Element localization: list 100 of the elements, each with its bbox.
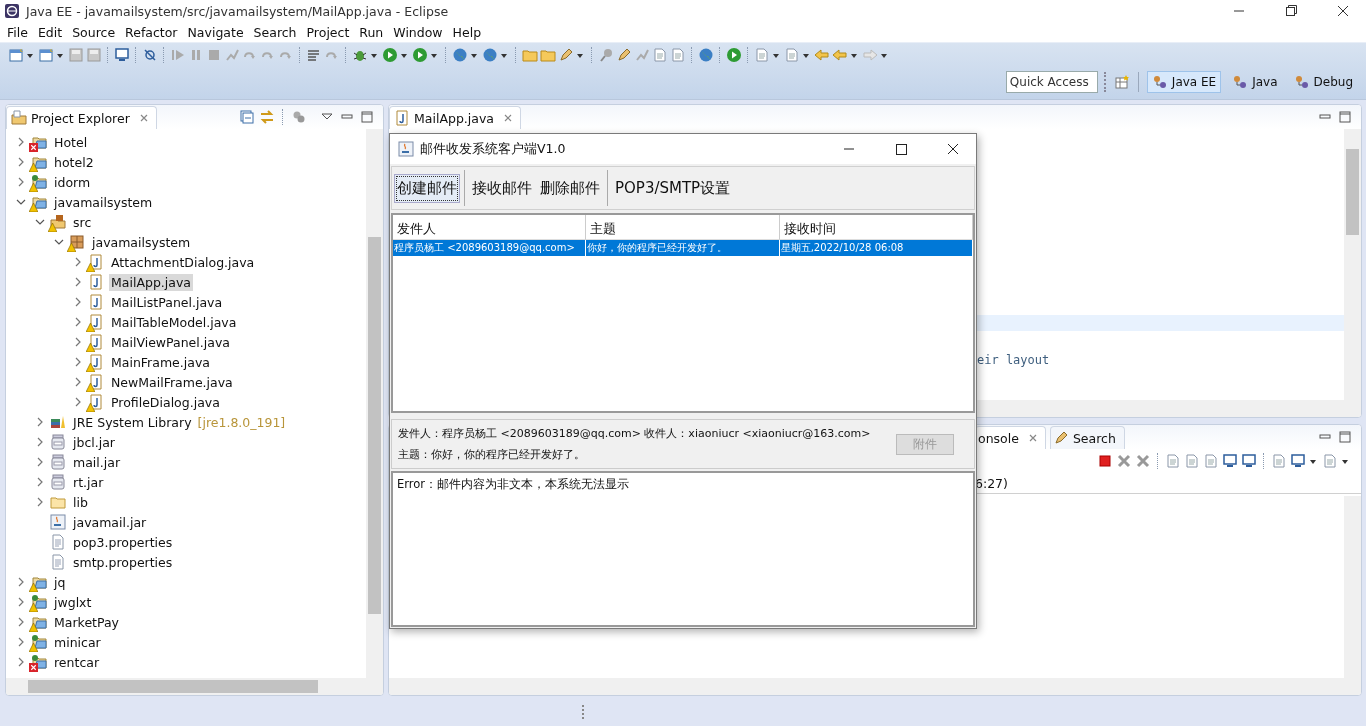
expand-chevron-icon[interactable] [16, 657, 26, 667]
monitor-icon[interactable] [1222, 453, 1238, 469]
editor-tab[interactable]: MailApp.java [389, 106, 521, 129]
view-tab[interactable]: Search [1049, 426, 1125, 449]
tree-item[interactable]: rt.jar [71, 473, 106, 491]
scrollbar[interactable] [366, 129, 383, 678]
tree-item[interactable]: MarketPay [52, 613, 121, 631]
remove-icon[interactable] [1135, 453, 1151, 469]
close-icon[interactable] [1028, 434, 1037, 442]
scrollbar[interactable] [1344, 129, 1361, 400]
list-icon[interactable] [306, 47, 322, 63]
expand-chevron-icon[interactable] [16, 177, 26, 187]
tree-item[interactable]: minicar [52, 633, 103, 651]
tree-item[interactable]: MainFrame.java [109, 353, 212, 371]
scrollbar[interactable] [389, 678, 1361, 695]
collapse-chevron-icon[interactable] [16, 197, 26, 207]
tree-item[interactable]: javamailsystem [90, 233, 193, 251]
save-icon[interactable] [86, 47, 102, 63]
tree-item[interactable]: javamail.jar [71, 513, 149, 531]
tree-item[interactable]: jwglxt [52, 593, 94, 611]
tree-item[interactable]: rentcar [52, 653, 102, 671]
tree-item[interactable]: pop3.properties [71, 533, 175, 551]
tree-item[interactable]: idorm [52, 173, 93, 191]
tree-item[interactable]: src [71, 213, 94, 231]
expand-chevron-icon[interactable] [73, 397, 83, 407]
toolbar-button[interactable]: 删除邮件 [537, 173, 603, 203]
collapse-chevron-icon[interactable] [35, 217, 45, 227]
skip-breakpoints-icon[interactable] [142, 47, 158, 63]
filter-icon[interactable] [291, 109, 307, 125]
menu-item[interactable]: Run [354, 24, 389, 40]
expand-chevron-icon[interactable] [16, 617, 26, 627]
quick-access-field[interactable]: Quick Access [1005, 71, 1098, 93]
menu-item[interactable]: Source [67, 24, 121, 40]
monitor-icon[interactable] [1241, 453, 1257, 469]
close-icon[interactable] [139, 114, 148, 122]
tree-item[interactable]: MailViewPanel.java [109, 333, 232, 351]
run-icon[interactable] [726, 47, 742, 63]
tree-item[interactable]: mail.jar [71, 453, 123, 471]
toolbar-button[interactable]: 创建邮件 [394, 173, 460, 203]
scrollbar[interactable] [6, 678, 383, 695]
menu-item[interactable]: File [2, 24, 33, 40]
document-icon[interactable] [1184, 453, 1200, 469]
expand-chevron-icon[interactable] [73, 317, 83, 327]
close-icon[interactable] [504, 114, 512, 122]
tree-item[interactable]: hotel2 [52, 153, 96, 171]
expand-chevron-icon[interactable] [16, 137, 26, 147]
tree-item[interactable]: smtp.properties [71, 553, 175, 571]
table-row[interactable]: 程序员杨工 <2089603189@qq.com> 你好，你的程序已经开发好了。 星期五,2022/10/28 06:08 [393, 240, 973, 256]
menu-item[interactable]: Project [301, 24, 355, 40]
tree-item[interactable]: MailListPanel.java [109, 293, 225, 311]
expand-chevron-icon[interactable] [35, 497, 45, 507]
scrollbar[interactable] [1344, 496, 1361, 678]
expand-chevron-icon[interactable] [73, 377, 83, 387]
document-icon[interactable] [1165, 453, 1181, 469]
tree-item[interactable]: Hotel [52, 133, 90, 151]
menu-item[interactable]: Search [248, 24, 302, 40]
collapse-all-icon[interactable] [239, 109, 255, 125]
pen-icon[interactable] [616, 47, 632, 63]
globe-icon[interactable] [698, 47, 714, 63]
expand-chevron-icon[interactable] [35, 417, 45, 427]
document-icon[interactable] [670, 47, 686, 63]
view-tab[interactable]: onsole [975, 426, 1046, 449]
pin-icon[interactable] [598, 47, 614, 63]
menu-item[interactable]: Window [388, 24, 448, 40]
tree-item[interactable]: lib [71, 493, 90, 511]
expand-chevron-icon[interactable] [35, 437, 45, 447]
menu-item[interactable]: Navigate [182, 24, 249, 40]
expand-chevron-icon[interactable] [16, 637, 26, 647]
expand-chevron-icon[interactable] [16, 597, 26, 607]
menu-item[interactable]: Edit [32, 24, 68, 40]
run-icon[interactable] [382, 47, 398, 63]
toolbar-button[interactable]: POP3/SMTP设置 [612, 173, 734, 203]
expand-chevron-icon[interactable] [16, 157, 26, 167]
tree-item[interactable]: jq [52, 573, 68, 591]
view-tab[interactable]: Project Explorer [6, 106, 157, 129]
expand-chevron-icon[interactable] [73, 297, 83, 307]
menu-item[interactable]: Help [447, 24, 487, 40]
menu-item[interactable]: Refactor [120, 24, 183, 40]
tree-item[interactable]: NewMailFrame.java [109, 373, 235, 391]
stop-icon[interactable] [1097, 453, 1113, 469]
tree-item[interactable]: jbcl.jar [71, 433, 117, 451]
tree-item[interactable]: javamailsystem [52, 193, 155, 211]
tree-item[interactable]: MailApp.java [109, 273, 193, 291]
expand-chevron-icon[interactable] [16, 577, 26, 587]
tree-item[interactable]: MailTableModel.java [109, 313, 239, 331]
open-perspective-icon[interactable] [1113, 74, 1130, 90]
document-icon[interactable] [652, 47, 668, 63]
toolbar-button[interactable]: 接收邮件 [469, 173, 535, 203]
expand-chevron-icon[interactable] [35, 457, 45, 467]
tree-item[interactable]: AttachmentDialog.java [109, 253, 257, 271]
expand-chevron-icon[interactable] [35, 477, 45, 487]
expand-chevron-icon[interactable] [73, 257, 83, 267]
link-arrows-icon[interactable] [259, 109, 275, 125]
expand-chevron-icon[interactable] [73, 277, 83, 287]
run-icon[interactable] [412, 47, 428, 63]
expand-chevron-icon[interactable] [73, 337, 83, 347]
expand-chevron-icon[interactable] [73, 357, 83, 367]
perspective-button[interactable]: Java [1227, 71, 1283, 93]
tree-item[interactable]: ProfileDialog.java [109, 393, 222, 411]
pen-icon[interactable] [558, 47, 574, 63]
